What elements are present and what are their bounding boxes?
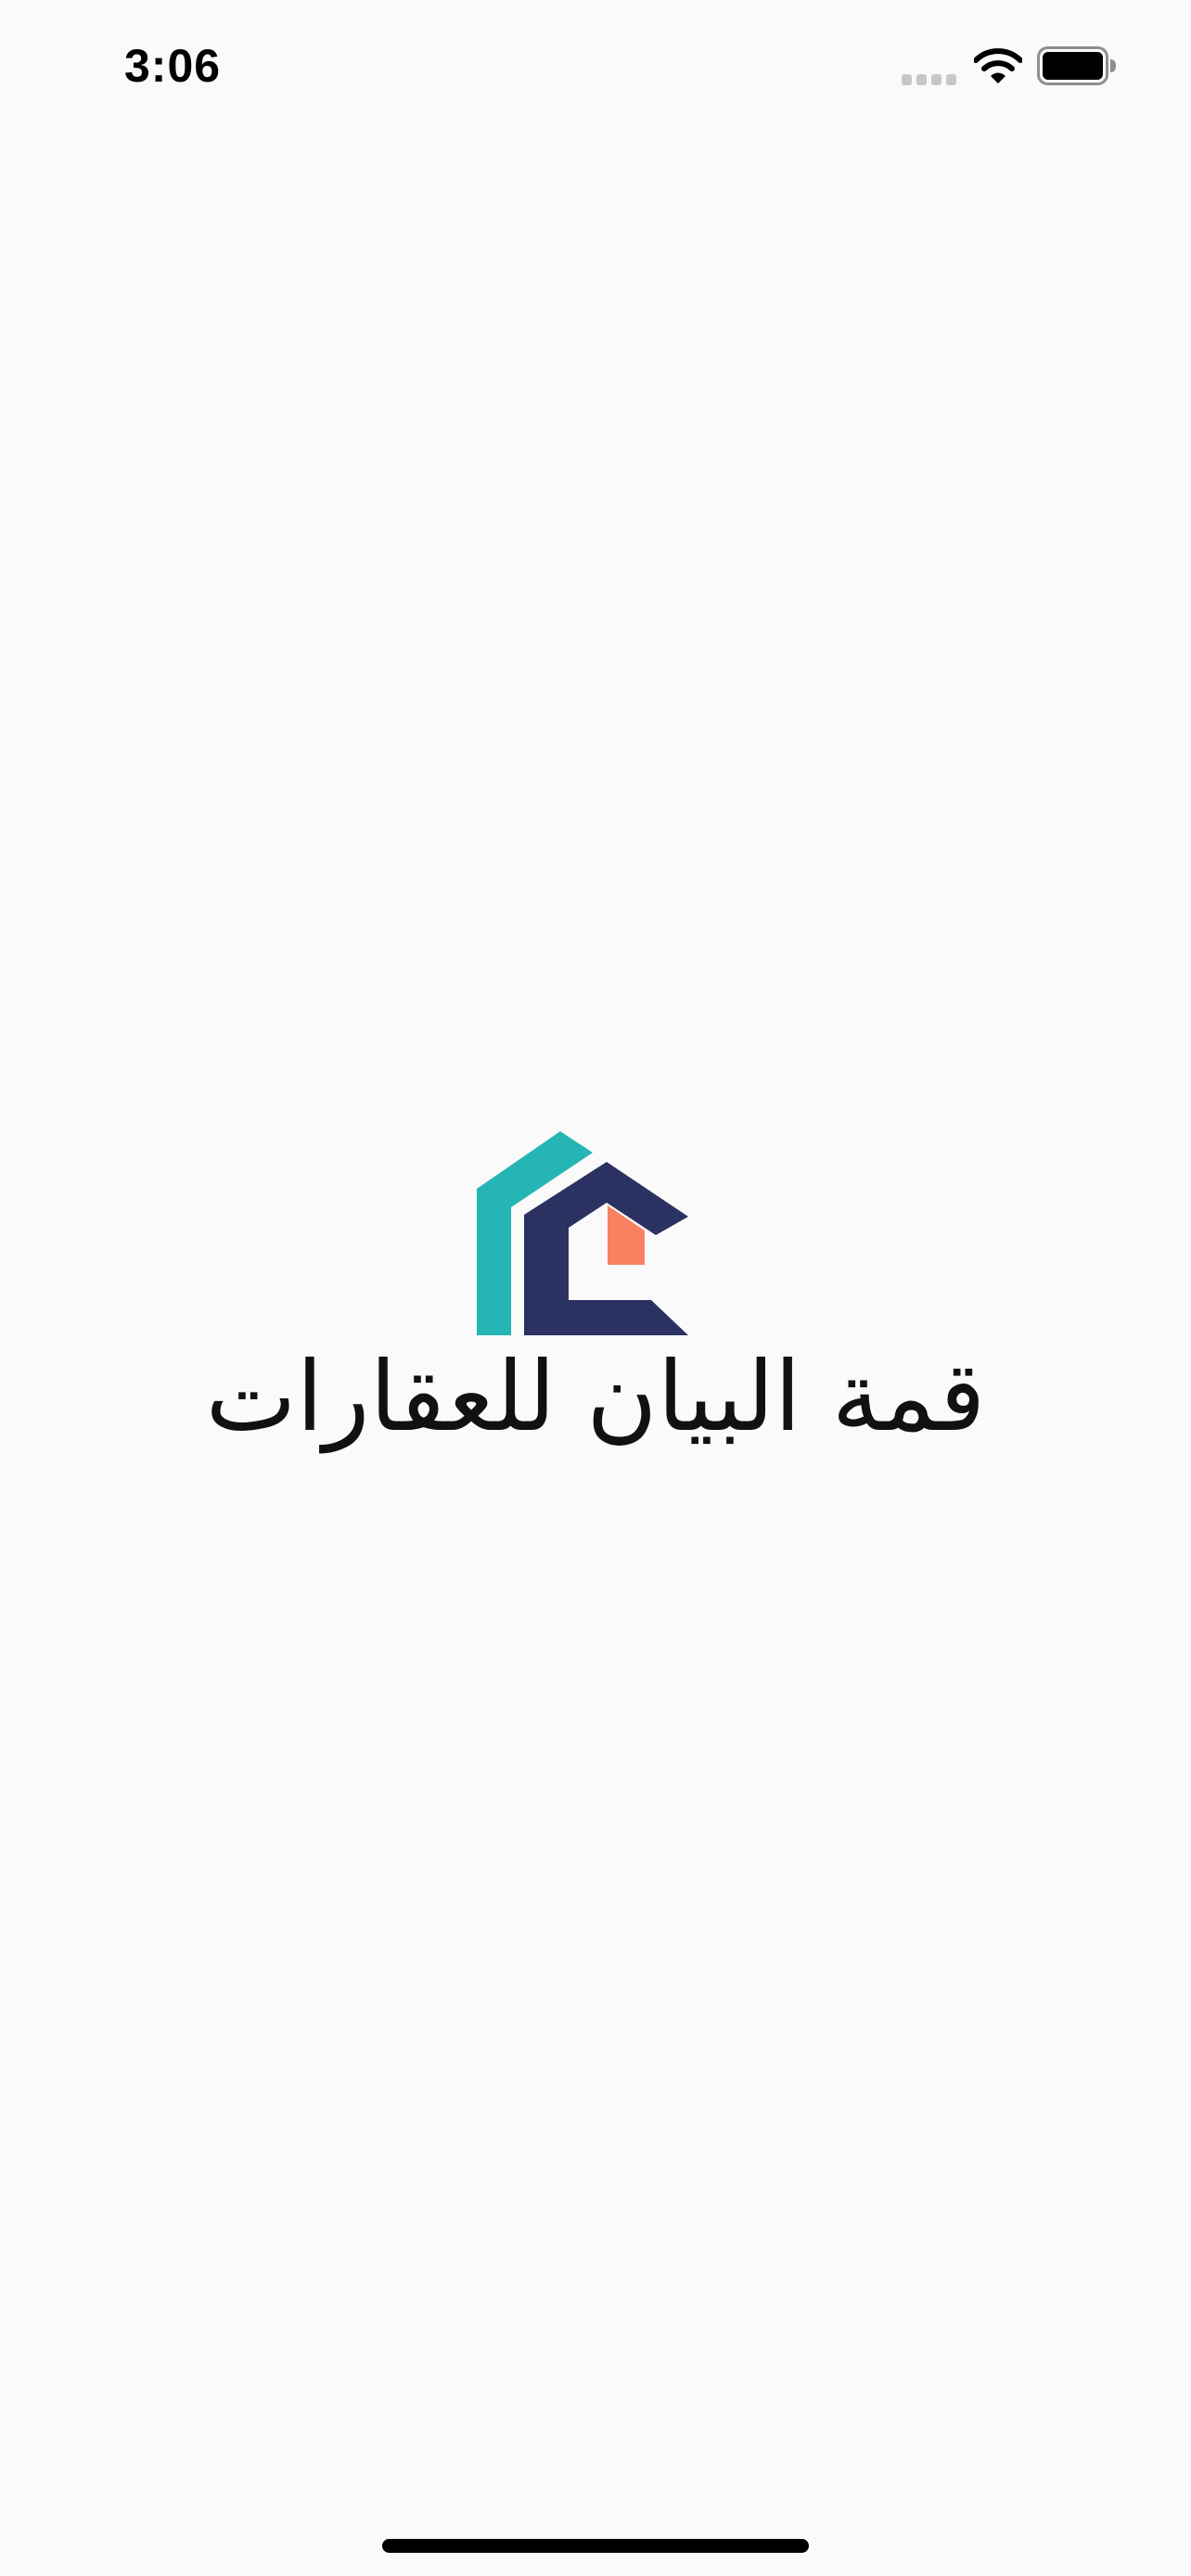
home-indicator[interactable] <box>382 2539 809 2553</box>
house-logo-icon <box>477 1131 688 1335</box>
status-bar: 3:06 <box>0 0 1191 139</box>
wifi-icon <box>974 48 1022 83</box>
splash-content: قمة البيان للعقارات <box>0 1113 1191 1484</box>
status-time: 3:06 <box>124 40 222 92</box>
brand-name: قمة البيان للعقارات <box>205 1340 986 1453</box>
battery-icon <box>1037 46 1116 85</box>
cellular-signal-icon <box>902 74 956 85</box>
